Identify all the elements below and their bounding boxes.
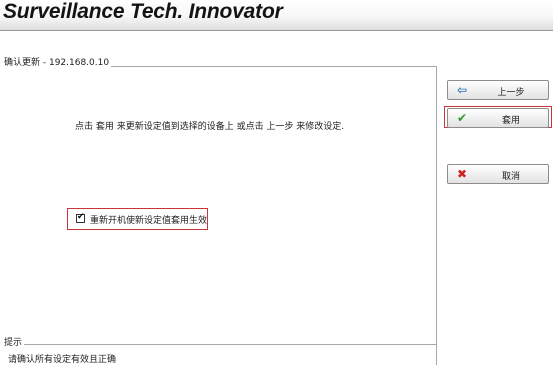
hint-panel <box>2 344 436 345</box>
hint-text: 请确认所有设定有效且正确 <box>8 355 117 365</box>
check-icon: ✔ <box>456 111 468 125</box>
prev-button[interactable]: ⇦ 上一步 <box>447 80 549 100</box>
reboot-checkbox[interactable] <box>76 212 85 223</box>
brand-title: Surveillance Tech. Innovator <box>3 0 283 23</box>
reboot-option[interactable]: 重新开机使新设定值套用生效 <box>67 208 208 230</box>
cancel-button[interactable]: ✖ 取消 <box>447 164 549 184</box>
cancel-button-label: 取消 <box>501 172 520 182</box>
x-icon: ✖ <box>456 167 468 181</box>
panel-divider <box>436 66 437 365</box>
confirm-update-panel <box>2 66 436 337</box>
apply-button[interactable]: ✔ 套用 <box>447 108 549 128</box>
app-header: Surveillance Tech. Innovator <box>0 0 553 31</box>
confirm-update-legend: 确认更新 - 192.168.0.10 <box>2 58 112 69</box>
arrow-left-icon: ⇦ <box>456 83 468 97</box>
instruction-text: 点击 套用 来更新设定值到选择的设备上 或点击 上一步 来修改设定. <box>75 122 345 132</box>
reboot-checkbox-label[interactable]: 重新开机使新设定值套用生效 <box>90 213 207 226</box>
hint-legend: 提示 <box>2 338 25 349</box>
apply-button-label: 套用 <box>501 116 520 126</box>
prev-button-label: 上一步 <box>497 88 525 98</box>
